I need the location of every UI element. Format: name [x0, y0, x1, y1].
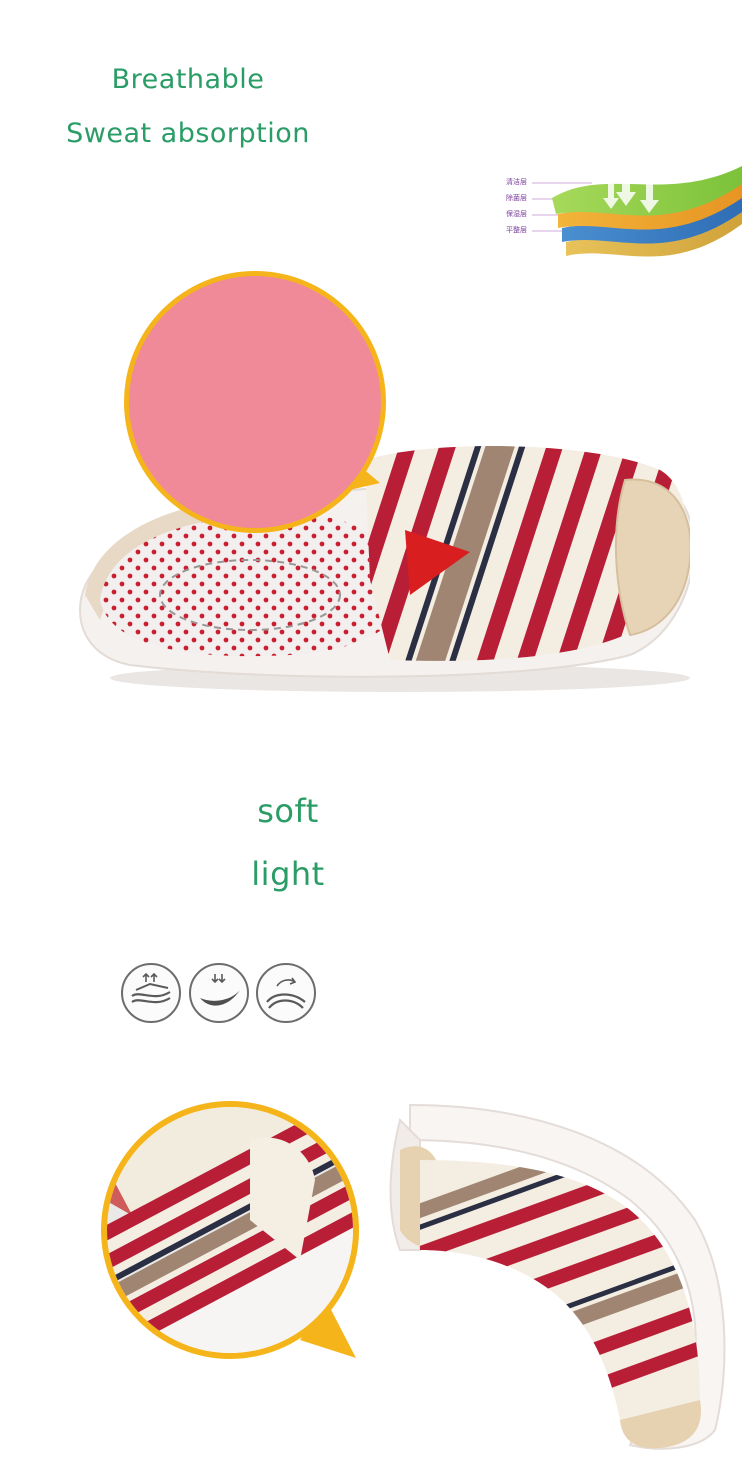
- feature-sweat-absorption: Sweat absorption: [66, 118, 310, 149]
- feature-light: light: [251, 855, 325, 893]
- layer-label-4: 平整层: [506, 226, 527, 234]
- insole-layers-diagram: 清洁层 除菌层 保湿层 平整层: [496, 146, 746, 276]
- shoe-bent-photo: [380, 1100, 735, 1455]
- zoom-detail-circle: [100, 1100, 370, 1368]
- feature-breathable: Breathable: [111, 64, 265, 95]
- cushion-icon: [188, 962, 250, 1024]
- flexible-sole-icon: [255, 962, 317, 1024]
- layer-label-1: 清洁层: [506, 178, 527, 186]
- feature-soft: soft: [257, 792, 319, 830]
- layer-label-2: 除菌层: [506, 194, 527, 202]
- zoom-badge-top: [118, 268, 418, 540]
- layer-label-3: 保湿层: [506, 210, 527, 218]
- breathable-layers-icon: [120, 962, 182, 1024]
